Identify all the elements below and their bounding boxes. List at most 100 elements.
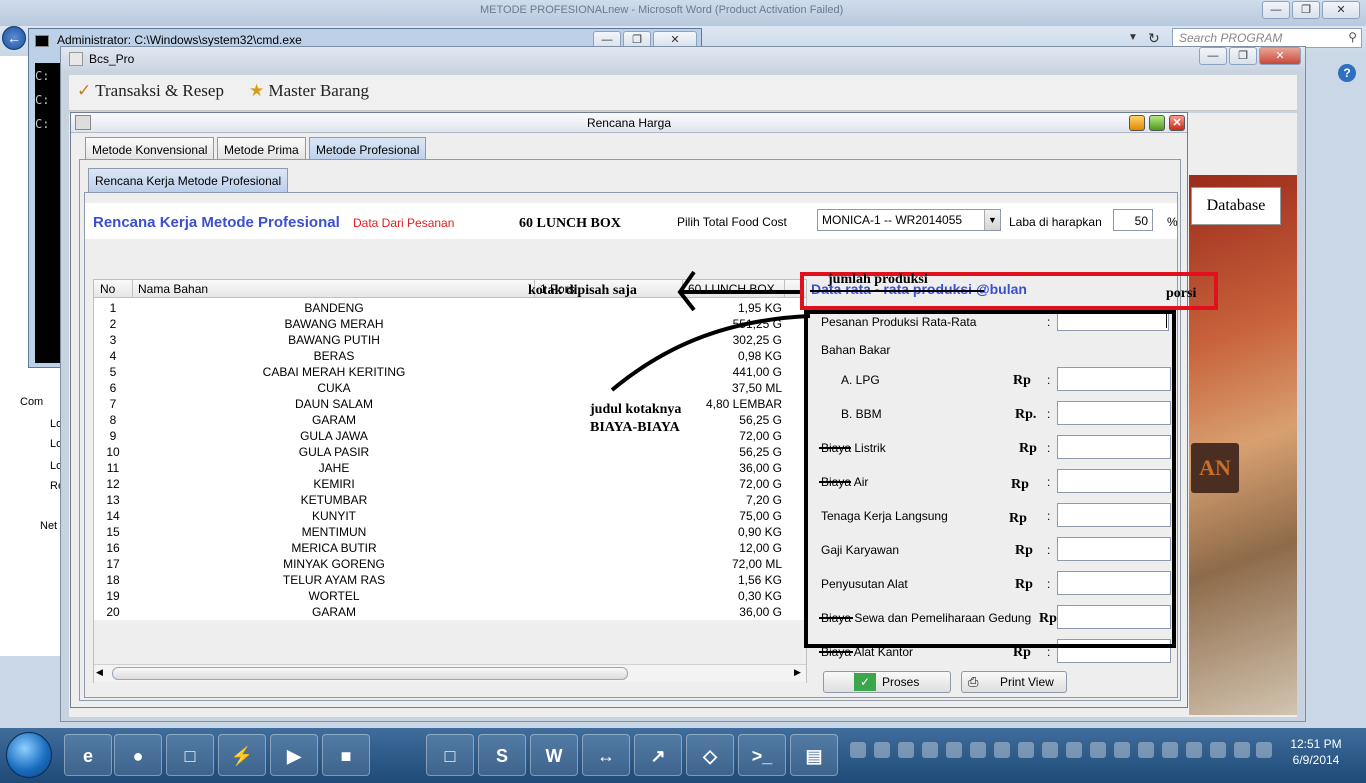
winamp-icon[interactable]: ⚡ bbox=[218, 734, 266, 776]
horizontal-scrollbar[interactable]: ◀ ▶ bbox=[94, 664, 806, 682]
cell-60-lunch-box: 0,90 KG bbox=[737, 525, 782, 539]
foodcost-select[interactable]: MONICA-1 -- WR2014055 ▼ bbox=[817, 209, 1001, 231]
app-task-icon[interactable]: □ bbox=[426, 734, 474, 776]
cmd-icon bbox=[35, 35, 49, 47]
table-row[interactable]: 8 GARAM 56,25 G bbox=[94, 412, 806, 428]
cell-nama-bahan: JAHE bbox=[318, 461, 350, 475]
table-row[interactable]: 16 MERICA BUTIR 12,00 G bbox=[94, 540, 806, 556]
print-view-button[interactable]: ⎙ Print View bbox=[961, 671, 1067, 693]
app-maximize-button[interactable]: ❐ bbox=[1229, 47, 1257, 65]
tray-icon[interactable] bbox=[946, 742, 962, 758]
database-button[interactable]: Database bbox=[1191, 187, 1281, 225]
tray-icon[interactable] bbox=[970, 742, 986, 758]
table-row[interactable]: 9 GULA JAWA 72,00 G bbox=[94, 428, 806, 444]
teamviewer-icon[interactable]: ↔ bbox=[582, 734, 630, 776]
table-row[interactable]: 12 KEMIRI 72,00 G bbox=[94, 476, 806, 492]
word-icon[interactable]: W bbox=[530, 734, 578, 776]
cell-no: 17 bbox=[106, 557, 120, 571]
tab-metode-prima[interactable]: Metode Prima bbox=[217, 137, 306, 160]
clock-date: 6/9/2014 bbox=[1292, 753, 1340, 767]
app-minimize-button[interactable]: — bbox=[1199, 47, 1227, 65]
ie-icon[interactable]: e bbox=[64, 734, 112, 776]
taskbar: e ● □ ⚡ ▶ ■ □ S W ↔ ↗ ◇ >_ ▤ 12:51 PM 6/… bbox=[0, 728, 1366, 783]
header-row: Rencana Kerja Metode Profesional Data Da… bbox=[85, 203, 1178, 239]
refresh-icon[interactable]: ↻ bbox=[1148, 30, 1160, 47]
cmd-taskbar-icon[interactable]: >_ bbox=[738, 734, 786, 776]
word-maximize-button[interactable]: ❐ bbox=[1292, 1, 1320, 19]
volume-tray-icon[interactable] bbox=[1256, 742, 1272, 758]
firefox-icon[interactable]: ● bbox=[114, 734, 162, 776]
scroll-left-icon[interactable]: ◀ bbox=[96, 667, 103, 678]
app-icon bbox=[69, 52, 83, 66]
clock[interactable]: 12:51 PM 6/9/2014 bbox=[1276, 736, 1356, 768]
table-row[interactable]: 15 MENTIMUN 0,90 KG bbox=[94, 524, 806, 540]
tray-icon[interactable] bbox=[1018, 742, 1034, 758]
search-input[interactable]: Search PROGRAM ⚲ bbox=[1172, 28, 1362, 48]
explorer-item[interactable]: Net bbox=[40, 520, 57, 532]
media-player-icon[interactable]: ▶ bbox=[270, 734, 318, 776]
maximize-button[interactable] bbox=[1149, 115, 1165, 131]
annotation-jumlah: jumlah produksi bbox=[828, 272, 928, 287]
tray-icon[interactable] bbox=[1138, 742, 1154, 758]
document-app-icon[interactable]: ▤ bbox=[790, 734, 838, 776]
column-header-no[interactable]: No bbox=[100, 282, 115, 296]
subtab-rencana-kerja[interactable]: Rencana Kerja Metode Profesional bbox=[88, 168, 289, 192]
table-row[interactable]: 13 KETUMBAR 7,20 G bbox=[94, 492, 806, 508]
close-button[interactable]: ✕ bbox=[1169, 115, 1185, 131]
table-row[interactable]: 11 JAHE 36,00 G bbox=[94, 460, 806, 476]
word-close-button[interactable]: ✕ bbox=[1322, 1, 1360, 19]
word-minimize-button[interactable]: — bbox=[1262, 1, 1290, 19]
cell-no: 9 bbox=[109, 429, 117, 443]
cell-60-lunch-box: 36,00 G bbox=[739, 461, 782, 475]
tray-icon[interactable] bbox=[1090, 742, 1106, 758]
scroll-right-icon[interactable]: ▶ bbox=[794, 667, 801, 678]
minimize-button[interactable] bbox=[1129, 115, 1145, 131]
cell-nama-bahan: DAUN SALAM bbox=[294, 397, 374, 411]
tray-icon[interactable] bbox=[1186, 742, 1202, 758]
battery-icon[interactable] bbox=[1210, 742, 1226, 758]
table-row[interactable]: 10 GULA PASIR 56,25 G bbox=[94, 444, 806, 460]
chart-app-icon[interactable]: ↗ bbox=[634, 734, 682, 776]
skype-icon[interactable]: S bbox=[478, 734, 526, 776]
cell-60-lunch-box: 75,00 G bbox=[739, 509, 782, 523]
word-title-bar: METODE PROFESIONALnew - Microsoft Word (… bbox=[0, 0, 1366, 26]
table-row[interactable]: 20 GARAM 36,00 G bbox=[94, 604, 806, 620]
table-row[interactable]: 19 WORTEL 0,30 KG bbox=[94, 588, 806, 604]
table-row[interactable]: 14 KUNYIT 75,00 G bbox=[94, 508, 806, 524]
app-close-button[interactable]: ✕ bbox=[1259, 47, 1301, 65]
tray-icon[interactable] bbox=[1114, 742, 1130, 758]
tab-metode-profesional[interactable]: Metode Profesional bbox=[309, 137, 427, 160]
master-barang-icon: ★ bbox=[249, 81, 265, 100]
profit-input[interactable]: 50 bbox=[1113, 209, 1153, 231]
tray-icon[interactable] bbox=[994, 742, 1010, 758]
tray-icon[interactable] bbox=[850, 742, 866, 758]
bluetooth-icon[interactable] bbox=[1162, 742, 1178, 758]
media-321-icon[interactable]: ■ bbox=[322, 734, 370, 776]
annotation-strikethrough bbox=[810, 290, 984, 292]
cell-no: 4 bbox=[109, 349, 117, 363]
scrollbar-thumb[interactable] bbox=[112, 667, 628, 680]
volume-icon[interactable] bbox=[898, 742, 914, 758]
start-button[interactable] bbox=[6, 732, 52, 778]
menu-transaksi-resep[interactable]: ✓ Transaksi & Resep bbox=[77, 81, 224, 101]
network-icon[interactable] bbox=[1234, 742, 1250, 758]
dropdown-arrow-icon[interactable]: ▼ bbox=[1128, 32, 1138, 43]
tray-icon[interactable] bbox=[874, 742, 890, 758]
tray-icon[interactable] bbox=[1066, 742, 1082, 758]
proses-button[interactable]: ✓ Proses bbox=[823, 671, 951, 693]
clock-time: 12:51 PM bbox=[1290, 737, 1342, 751]
tray-icon[interactable] bbox=[1042, 742, 1058, 758]
table-row[interactable]: 17 MINYAK GORENG 72,00 ML bbox=[94, 556, 806, 572]
column-header-nama-bahan[interactable]: Nama Bahan bbox=[138, 282, 208, 296]
back-arrow-icon[interactable]: ← bbox=[2, 26, 26, 50]
chevron-down-icon[interactable]: ▼ bbox=[984, 210, 1000, 230]
tray-icon[interactable] bbox=[922, 742, 938, 758]
folder-icon[interactable]: □ bbox=[166, 734, 214, 776]
bcs-pro-icon[interactable]: ◇ bbox=[686, 734, 734, 776]
tab-metode-konvensional[interactable]: Metode Konvensional bbox=[85, 137, 215, 160]
table-row[interactable]: 18 TELUR AYAM RAS 1,56 KG bbox=[94, 572, 806, 588]
search-icon[interactable]: ⚲ bbox=[1348, 30, 1357, 44]
help-icon[interactable]: ? bbox=[1338, 64, 1356, 82]
menu-master-barang[interactable]: ★ Master Barang bbox=[249, 81, 369, 101]
explorer-item[interactable]: Com bbox=[20, 396, 43, 408]
